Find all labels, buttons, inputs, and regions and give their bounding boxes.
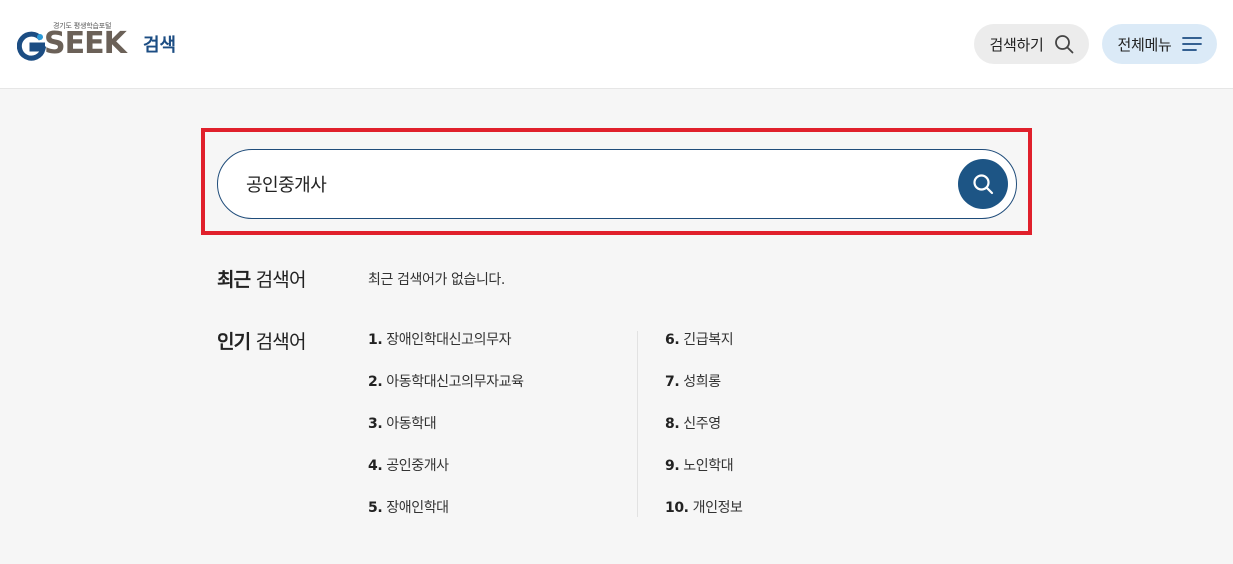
header-search-button[interactable]: 검색하기 bbox=[974, 24, 1089, 64]
hamburger-menu-icon bbox=[1181, 36, 1202, 52]
keyword-rank: 4. bbox=[368, 458, 383, 474]
popular-keyword-item[interactable]: 7. 성희롱 bbox=[665, 370, 743, 412]
keyword-rank: 10. bbox=[665, 500, 689, 516]
site-header: 경기도 평생학습포털 SEEK 검색 검색하기 전체메뉴 bbox=[0, 0, 1233, 89]
keyword-term: 공인중개사 bbox=[386, 458, 449, 474]
search-icon bbox=[1054, 34, 1074, 54]
keyword-term: 아동학대 bbox=[386, 416, 437, 432]
popular-column-divider bbox=[637, 331, 638, 517]
popular-list-right: 6. 긴급복지 7. 성희롱 8. 신주영 9. 노인학대 10. 개인정보 bbox=[665, 328, 743, 538]
search-box bbox=[217, 149, 1017, 219]
keyword-term: 장애인학대 bbox=[386, 500, 449, 516]
popular-keyword-item[interactable]: 2. 아동학대신고의무자교육 bbox=[368, 370, 524, 412]
header-menu-button[interactable]: 전체메뉴 bbox=[1102, 24, 1217, 64]
recent-keywords-title: 최근 검색어 bbox=[217, 265, 306, 292]
popular-keyword-item[interactable]: 6. 긴급복지 bbox=[665, 328, 743, 370]
header-search-label: 검색하기 bbox=[989, 35, 1044, 54]
search-icon bbox=[972, 173, 994, 195]
keyword-term: 장애인학대신고의무자 bbox=[386, 332, 512, 348]
recent-title-bold: 최근 bbox=[217, 269, 251, 291]
keyword-rank: 2. bbox=[368, 374, 383, 390]
recent-title-rest: 검색어 bbox=[255, 269, 307, 291]
keyword-term: 성희롱 bbox=[683, 374, 721, 390]
logo-word: SEEK bbox=[44, 26, 127, 61]
logo-g-mark-icon bbox=[17, 31, 47, 61]
popular-keywords-title: 인기 검색어 bbox=[217, 327, 306, 354]
popular-list-left: 1. 장애인학대신고의무자 2. 아동학대신고의무자교육 3. 아동학대 4. 공인중개… bbox=[368, 328, 524, 538]
keyword-rank: 1. bbox=[368, 332, 383, 348]
popular-keyword-item[interactable]: 8. 신주영 bbox=[665, 412, 743, 454]
recent-empty-message: 최근 검색어가 없습니다. bbox=[368, 272, 505, 288]
popular-title-bold: 인기 bbox=[217, 331, 251, 353]
popular-keyword-item[interactable]: 10. 개인정보 bbox=[665, 496, 743, 538]
search-input[interactable] bbox=[246, 150, 946, 218]
gseek-logo[interactable]: 경기도 평생학습포털 SEEK 검색 bbox=[17, 20, 187, 64]
keyword-term: 신주영 bbox=[683, 416, 721, 432]
keyword-rank: 6. bbox=[665, 332, 680, 348]
logo-search-label: 검색 bbox=[143, 35, 177, 56]
popular-keyword-item[interactable]: 4. 공인중개사 bbox=[368, 454, 524, 496]
keyword-rank: 5. bbox=[368, 500, 383, 516]
keyword-term: 긴급복지 bbox=[683, 332, 734, 348]
keyword-rank: 8. bbox=[665, 416, 680, 432]
search-submit-button[interactable] bbox=[958, 159, 1008, 209]
popular-keyword-item[interactable]: 5. 장애인학대 bbox=[368, 496, 524, 538]
keyword-rank: 7. bbox=[665, 374, 680, 390]
keyword-rank: 9. bbox=[665, 458, 680, 474]
popular-keyword-item[interactable]: 3. 아동학대 bbox=[368, 412, 524, 454]
keyword-term: 개인정보 bbox=[692, 500, 743, 516]
popular-keyword-item[interactable]: 9. 노인학대 bbox=[665, 454, 743, 496]
keyword-term: 노인학대 bbox=[683, 458, 734, 474]
popular-title-rest: 검색어 bbox=[255, 331, 307, 353]
popular-keyword-item[interactable]: 1. 장애인학대신고의무자 bbox=[368, 328, 524, 370]
header-menu-label: 전체메뉴 bbox=[1117, 35, 1172, 54]
keyword-term: 아동학대신고의무자교육 bbox=[386, 374, 524, 390]
keyword-rank: 3. bbox=[368, 416, 383, 432]
